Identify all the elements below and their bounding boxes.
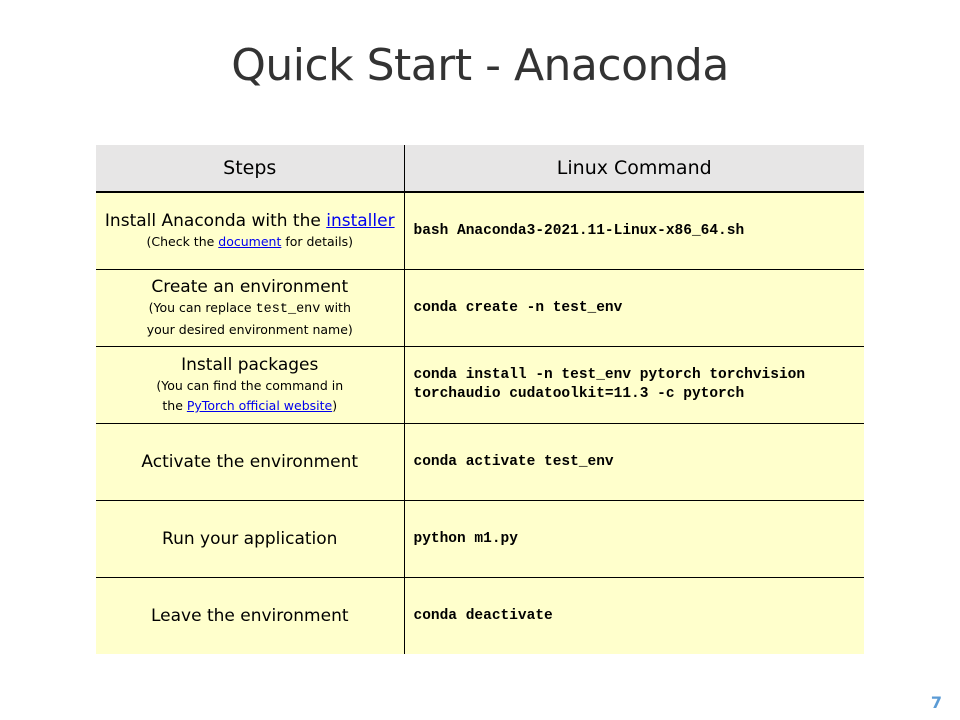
command-line: torchaudio cudatoolkit=11.3 -c pytorch [413, 386, 745, 402]
step-title: Run your application [162, 529, 338, 549]
header-steps: Steps [96, 145, 405, 193]
step-title: Install Anaconda with the installer [104, 211, 395, 231]
step-cell: Activate the environment [96, 423, 405, 501]
step-cell: Run your application [96, 500, 405, 578]
step-title: Install packages [181, 355, 319, 375]
step-title: Create an environment [151, 277, 349, 297]
command-cell: python m1.py [404, 500, 864, 578]
step-cell: Leave the environment [96, 577, 405, 654]
step-title: Leave the environment [150, 606, 349, 626]
step-note: the PyTorch official website) [162, 398, 338, 413]
table-row: Activate the environment conda activate … [96, 423, 864, 501]
table-row: Install Anaconda with the installer (Che… [96, 192, 864, 270]
command-cell: bash Anaconda3-2021.11-Linux-x86_64.sh [404, 192, 864, 270]
command-cell: conda create -n test_env [404, 269, 864, 347]
step-note: your desired environment name) [146, 322, 353, 337]
table-row: Run your application python m1.py [96, 500, 864, 578]
table-row: Create an environment (You can replace t… [96, 269, 864, 347]
command-cell: conda activate test_env [404, 423, 864, 501]
command-line: conda install -n test_env pytorch torchv… [413, 367, 806, 383]
step-note: (You can find the command in [156, 378, 344, 393]
table-row: Leave the environment conda deactivate [96, 577, 864, 654]
slide-title: Quick Start - Anaconda [231, 40, 729, 91]
table-row: Install packages (You can find the comma… [96, 346, 864, 424]
command-table: Steps Linux Command Install Anaconda wit… [96, 145, 864, 654]
document-link[interactable]: document [218, 234, 281, 249]
table-header-row: Steps Linux Command [96, 145, 864, 193]
inline-code: test_env [255, 302, 321, 317]
command-cell: conda install -n test_env pytorch torchv… [404, 346, 864, 424]
pytorch-website-link[interactable]: PyTorch official website [187, 398, 332, 413]
page-number: 7 [930, 693, 942, 712]
step-title: Activate the environment [141, 452, 359, 472]
step-note: (You can replace test_env with [148, 300, 351, 317]
step-cell: Install Anaconda with the installer (Che… [96, 192, 405, 270]
step-cell: Create an environment (You can replace t… [96, 269, 405, 347]
command-cell: conda deactivate [404, 577, 864, 654]
header-linux-command: Linux Command [404, 145, 864, 193]
step-cell: Install packages (You can find the comma… [96, 346, 405, 424]
step-note: (Check the document for details) [146, 234, 354, 249]
installer-link[interactable]: installer [326, 211, 394, 231]
